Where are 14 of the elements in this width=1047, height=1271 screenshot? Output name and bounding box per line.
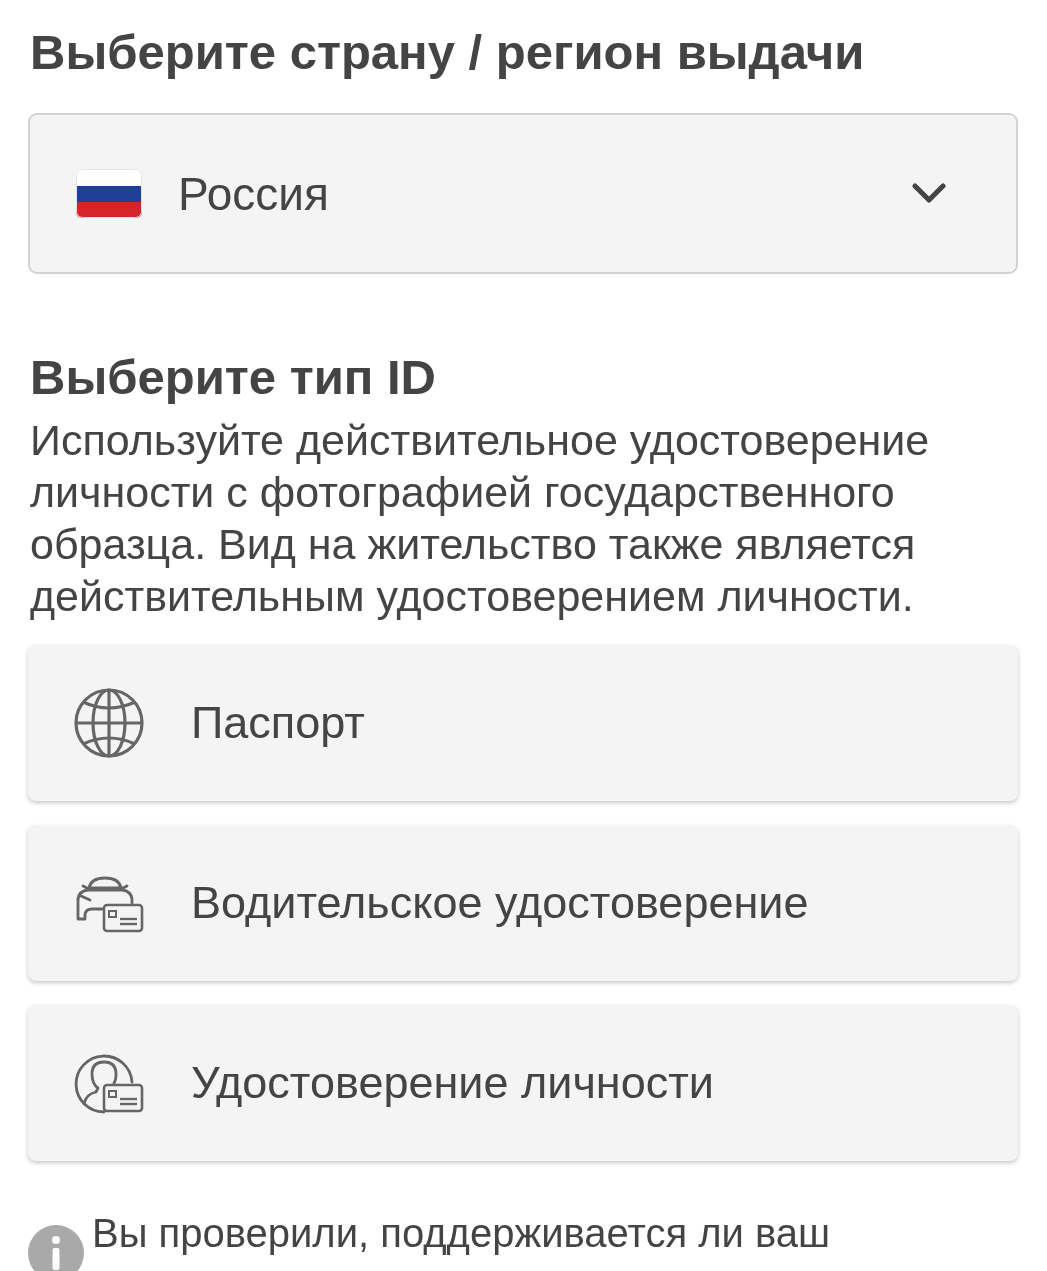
- id-type-option[interactable]: Паспорт: [28, 645, 1018, 801]
- chevron-down-icon: [912, 183, 946, 204]
- notice-text: Вы проверили, поддерживается ли ваш: [92, 1210, 831, 1257]
- section-title: Выберите страну / регион выдачи: [30, 24, 865, 80]
- globe-icon: [74, 688, 144, 758]
- info-icon: [28, 1225, 84, 1271]
- person-and-card-icon: [74, 1052, 144, 1114]
- section-title: Выберите тип ID: [30, 349, 436, 405]
- id-type-option[interactable]: Удостоверение личности: [28, 1005, 1018, 1161]
- flag-icon: [76, 169, 142, 218]
- id-type-option[interactable]: Водительское удостоверение: [28, 825, 1018, 981]
- description-text: Используйте действительное удостоверение личности с фотографией государственного образца. Вид на жительство также является действительным удостоверением личности.: [30, 415, 931, 622]
- select-value: Россия: [178, 166, 330, 221]
- country-select[interactable]: Россия: [28, 113, 1018, 274]
